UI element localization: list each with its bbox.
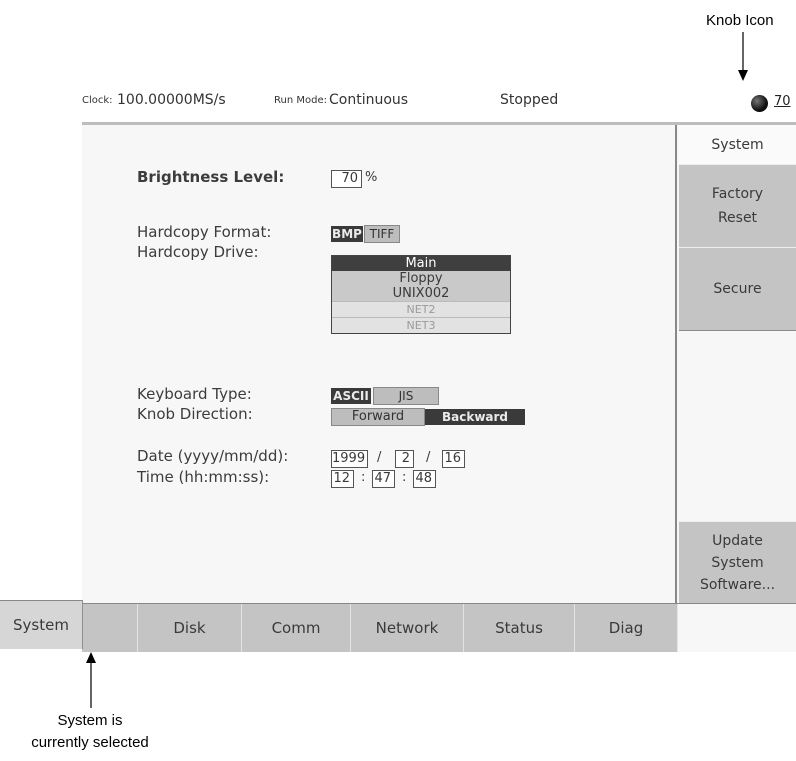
- system-settings-panel: Brightness Level: 70 % Hardcopy Format: …: [82, 125, 675, 603]
- side-button-update-system-software[interactable]: Update System Software...: [679, 521, 796, 605]
- hardcopy-format-label: Hardcopy Format:: [137, 223, 272, 241]
- hardcopy-drive-label: Hardcopy Drive:: [137, 243, 259, 261]
- date-separator-1: /: [377, 450, 382, 465]
- factory-reset-line1: Factory: [711, 186, 764, 202]
- knob-direction-backward[interactable]: Backward: [425, 409, 525, 425]
- knob-value: 70: [774, 94, 791, 109]
- date-separator-2: /: [426, 450, 431, 465]
- brightness-input[interactable]: 70: [331, 170, 362, 188]
- drive-option-net3[interactable]: NET3: [332, 317, 510, 333]
- brightness-unit: %: [365, 170, 378, 185]
- date-year-input[interactable]: 1999: [331, 450, 368, 468]
- tab-comm[interactable]: Comm: [241, 604, 351, 652]
- drive-option-main[interactable]: Main: [332, 256, 510, 271]
- brightness-label: Brightness Level:: [137, 168, 285, 186]
- side-menu: System Factory Reset Secure Update Syste…: [675, 125, 796, 605]
- system-selected-callout: System is currently selected: [0, 710, 180, 754]
- keyboard-type-ascii[interactable]: ASCII: [331, 388, 371, 404]
- time-label: Time (hh:mm:ss):: [137, 468, 270, 486]
- keyboard-type-label: Keyboard Type:: [137, 385, 252, 403]
- side-system-label: System: [711, 136, 764, 153]
- drive-option-net2[interactable]: NET2: [332, 301, 510, 317]
- update-line1: Update: [712, 533, 763, 549]
- time-separator-1: :: [361, 470, 366, 485]
- date-label: Date (yyyy/mm/dd):: [137, 447, 289, 465]
- update-line3: Software...: [699, 577, 776, 593]
- knob-icon-callout: Knob Icon: [706, 12, 774, 29]
- tab-network[interactable]: Network: [350, 604, 464, 652]
- system-callout-arrow: [86, 652, 96, 708]
- tab-diag[interactable]: Diag: [574, 604, 678, 652]
- side-button-factory-reset[interactable]: Factory Reset: [679, 164, 796, 248]
- knob-direction-label: Knob Direction:: [137, 405, 253, 423]
- tab-system-left[interactable]: System: [0, 600, 83, 649]
- bottom-menu: System Disk Comm Network Status Diag: [82, 603, 796, 652]
- date-day-input[interactable]: 16: [442, 450, 465, 468]
- secure-label: Secure: [713, 281, 762, 297]
- instrument-screen: Brightness Level: 70 % Hardcopy Format: …: [82, 122, 796, 678]
- tab-disk[interactable]: Disk: [137, 604, 242, 652]
- run-state: Stopped: [500, 92, 559, 108]
- drive-option-unix002[interactable]: UNIX002: [332, 286, 510, 301]
- knob-direction-forward[interactable]: Forward: [331, 408, 425, 426]
- update-line2: System: [711, 555, 764, 571]
- tab-blank: [677, 604, 796, 652]
- system-selected-line1: System is: [57, 712, 123, 729]
- date-month-input[interactable]: 2: [395, 450, 414, 468]
- time-separator-2: :: [402, 470, 407, 485]
- time-hour-input[interactable]: 12: [331, 470, 354, 488]
- knob-icon: [751, 95, 768, 112]
- tab-system-label: System: [13, 616, 69, 634]
- clock-value: 100.00000MS/s: [117, 92, 226, 108]
- keyboard-type-jis[interactable]: JIS: [373, 387, 439, 405]
- run-mode-value: Continuous: [329, 92, 409, 108]
- time-second-input[interactable]: 48: [413, 470, 436, 488]
- hardcopy-format-tiff[interactable]: TIFF: [364, 225, 400, 243]
- time-minute-input[interactable]: 47: [372, 470, 395, 488]
- run-mode-label: Run Mode:: [274, 95, 327, 106]
- tab-status[interactable]: Status: [463, 604, 575, 652]
- hardcopy-format-bmp[interactable]: BMP: [331, 226, 363, 242]
- hardcopy-drive-list[interactable]: Main Floppy UNIX002 NET2 NET3: [331, 255, 511, 334]
- system-selected-line2: currently selected: [31, 734, 149, 751]
- side-button-secure[interactable]: Secure: [679, 247, 796, 331]
- knob-callout-arrow: [738, 32, 748, 81]
- factory-reset-line2: Reset: [717, 210, 758, 226]
- clock-label: Clock:: [82, 95, 113, 106]
- status-bar: Clock: 100.00000MS/s Run Mode: Continuou…: [82, 92, 796, 116]
- drive-option-floppy[interactable]: Floppy: [332, 271, 510, 286]
- side-button-system[interactable]: System: [679, 125, 796, 164]
